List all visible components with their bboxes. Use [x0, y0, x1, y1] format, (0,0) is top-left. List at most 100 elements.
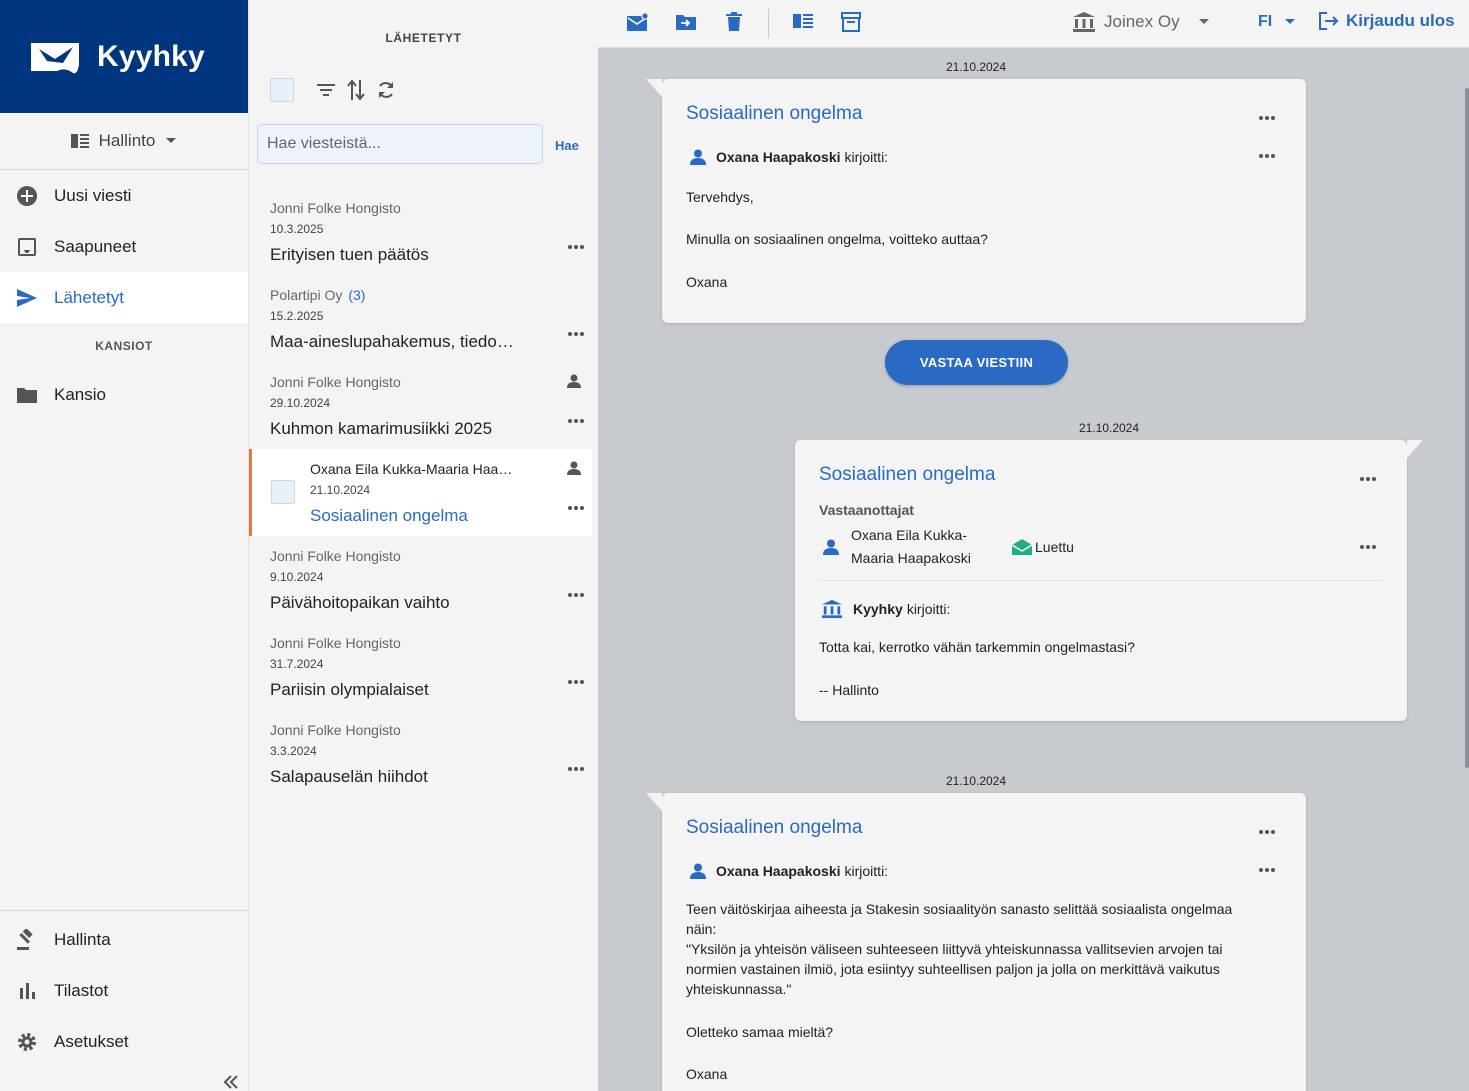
- nav-settings[interactable]: Asetukset: [0, 1016, 248, 1067]
- more-options-icon[interactable]: [567, 592, 585, 598]
- list-item[interactable]: Jonni Folke Hongisto 31.7.2024 Pariisin …: [249, 623, 592, 710]
- list-item[interactable]: Jonni Folke Hongisto 9.10.2024 Päivähoit…: [249, 536, 592, 623]
- message-items: Jonni Folke Hongisto 10.3.2025 Erityisen…: [249, 188, 592, 797]
- split-view-icon[interactable]: [793, 12, 813, 30]
- company-selector[interactable]: Joinex Oy: [1072, 11, 1210, 33]
- nav-admin[interactable]: Hallinta: [0, 914, 248, 965]
- person-icon: [690, 149, 706, 165]
- message-card: Sosiaalinen ongelma Oxana Haapakoski kir…: [646, 79, 1306, 323]
- list-item[interactable]: Jonni Folke Hongisto 3.3.2024 Salapausel…: [249, 710, 592, 797]
- gear-icon: [15, 1030, 38, 1053]
- message-sender: Jonni Folke Hongisto: [270, 635, 401, 651]
- message-date: 3.3.2024: [270, 744, 317, 758]
- message-checkbox[interactable]: [271, 480, 295, 504]
- person-icon: [823, 539, 839, 555]
- more-options-icon[interactable]: [1258, 867, 1276, 873]
- top-toolbar: Joinex Oy FI Kirjaudu ulos: [598, 0, 1469, 48]
- logout-button[interactable]: Kirjaudu ulos: [1318, 11, 1455, 31]
- recipients-heading: Vastaanottajat: [819, 502, 914, 518]
- refresh-icon[interactable]: [376, 80, 396, 100]
- wrote-label: kirjoitti:: [844, 149, 889, 165]
- person-icon: [567, 374, 581, 388]
- nav-item-label: Saapuneet: [54, 236, 137, 256]
- message-date: 10.3.2025: [270, 222, 324, 236]
- move-to-folder-icon[interactable]: [675, 12, 697, 32]
- list-item-selected[interactable]: Oxana Eila Kukka-Maaria Haapakoski 21.10…: [249, 449, 592, 536]
- wrote-label: kirjoitti:: [906, 601, 951, 617]
- logout-icon: [1318, 11, 1340, 31]
- folders-heading: KANSIOT: [95, 339, 153, 353]
- org-selector[interactable]: Hallinto: [0, 113, 248, 170]
- message-body: Teen väitöskirjaa aiheesta ja Stakesin s…: [686, 899, 1266, 1084]
- message-thread: 21.10.2024 Sosiaalinen ongelma Oxana Haa…: [598, 48, 1469, 1091]
- more-options-icon[interactable]: [1359, 476, 1377, 482]
- thread-date: 21.10.2024: [945, 774, 1007, 788]
- plus-circle-icon: [15, 184, 38, 207]
- language-selector[interactable]: FI: [1258, 13, 1296, 31]
- more-options-icon[interactable]: [567, 331, 585, 337]
- person-icon: [690, 863, 706, 879]
- thread-date: 21.10.2024: [945, 60, 1007, 74]
- person-icon: [567, 461, 581, 475]
- list-item[interactable]: Polartipi Oy (3) 15.2.2025 Maa-aineslupah…: [249, 275, 592, 362]
- more-options-icon[interactable]: [567, 505, 585, 511]
- sort-icon[interactable]: [346, 79, 366, 101]
- nav-item-label: Lähetetyt: [54, 287, 124, 307]
- list-title: LÄHETETYT: [385, 31, 462, 45]
- mark-unread-icon[interactable]: [627, 12, 649, 32]
- message-subject: Sosiaalinen ongelma: [310, 506, 468, 525]
- folder-icon: [15, 383, 38, 406]
- message-paragraph: -- Hallinto: [819, 682, 879, 698]
- more-options-icon[interactable]: [567, 418, 585, 424]
- list-item[interactable]: Jonni Folke Hongisto 29.10.2024 Kuhmon k…: [249, 362, 592, 449]
- nav-inbox[interactable]: Saapuneet: [0, 221, 248, 272]
- delete-icon[interactable]: [726, 12, 742, 32]
- more-options-icon[interactable]: [1258, 829, 1276, 835]
- message-date: 29.10.2024: [270, 396, 331, 410]
- list-item[interactable]: Jonni Folke Hongisto 10.3.2025 Erityisen…: [249, 188, 592, 275]
- collapse-sidebar-icon[interactable]: [223, 1075, 239, 1089]
- filter-icon[interactable]: [316, 83, 336, 97]
- toolbar-divider: [768, 9, 769, 38]
- reply-button[interactable]: VASTAA VIESTIIN: [885, 340, 1068, 385]
- message-title: Sosiaalinen ongelma: [819, 464, 996, 485]
- nav-item-label: Uusi viesti: [54, 185, 132, 205]
- list-view-icon: [70, 133, 89, 149]
- envelope-open-icon: [1011, 538, 1033, 556]
- company-name: Joinex Oy: [1104, 12, 1180, 31]
- nav-bottom-section: Hallinta Tilastot Asetukset: [0, 910, 248, 1067]
- more-options-icon[interactable]: [567, 679, 585, 685]
- message-paragraph: "Yksilön ja yhteisön väliseen suhteeseen…: [686, 941, 1223, 997]
- message-subject: Salapauselän hiihdot: [270, 767, 428, 786]
- gavel-icon: [15, 928, 38, 951]
- author-name: Oxana Haapakoski: [716, 863, 841, 879]
- app-logo[interactable]: Kyyhky: [0, 0, 248, 113]
- more-options-icon[interactable]: [1258, 153, 1276, 159]
- nav-item-label: Asetukset: [54, 1031, 129, 1051]
- more-options-icon[interactable]: [567, 766, 585, 772]
- select-all-checkbox[interactable]: [270, 78, 294, 102]
- thread-scrollbar[interactable]: [1465, 88, 1469, 768]
- archive-icon[interactable]: [841, 12, 861, 32]
- search-button[interactable]: Hae: [555, 138, 579, 153]
- message-paragraph: Minulla on sosiaalinen ongelma, voitteko…: [686, 231, 988, 247]
- message-subject: Maa-aineslupahakemus, tiedoksianto: [270, 332, 518, 351]
- nav-item-label: Kansio: [54, 384, 106, 404]
- more-options-icon[interactable]: [567, 244, 585, 250]
- list-toolbar: [270, 78, 396, 102]
- message-paragraph: Teen väitöskirjaa aiheesta ja Stakesin s…: [686, 901, 1233, 937]
- more-options-icon[interactable]: [1359, 544, 1377, 550]
- nav-new-message[interactable]: Uusi viesti: [0, 170, 248, 221]
- nav-statistics[interactable]: Tilastot: [0, 965, 248, 1016]
- search-input[interactable]: [257, 124, 543, 164]
- more-options-icon[interactable]: [1258, 115, 1276, 121]
- nav-sent[interactable]: Lähetetyt: [0, 272, 248, 323]
- brand-name: Kyyhky: [97, 39, 205, 73]
- message-sender: Jonni Folke Hongisto: [270, 200, 401, 216]
- nav-folder[interactable]: Kansio: [0, 369, 248, 420]
- language-label: FI: [1258, 13, 1273, 30]
- message-list-panel: LÄHETETYT Hae Jonni Folke Hongisto 10.3.…: [249, 0, 598, 1091]
- wrote-label: kirjoitti:: [844, 863, 889, 879]
- inbox-icon: [15, 235, 38, 258]
- nav-item-label: Tilastot: [54, 980, 109, 1000]
